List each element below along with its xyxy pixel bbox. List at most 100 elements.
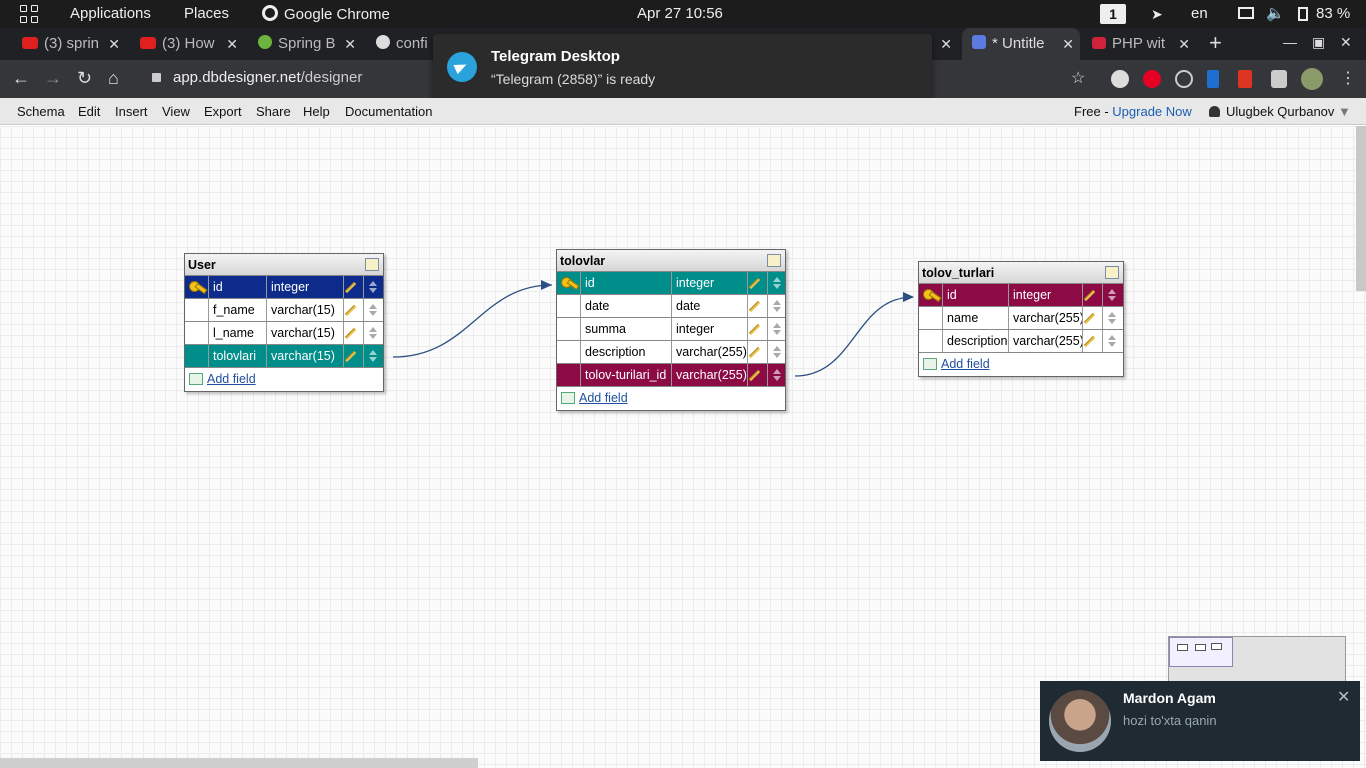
menu-view[interactable]: View (162, 104, 190, 119)
browser-tab[interactable]: confi (368, 28, 432, 60)
field-row[interactable]: tolov-turilari_id varchar(255) (557, 364, 785, 387)
add-field-link[interactable]: Add field (941, 357, 990, 371)
home-icon[interactable]: ⌂ (108, 68, 119, 89)
field-row[interactable]: f_name varchar(15) (185, 299, 383, 322)
table-title[interactable]: User (185, 254, 383, 276)
telegram-tray-icon[interactable]: ➤ (1151, 6, 1163, 23)
reorder-arrows-icon[interactable] (768, 318, 785, 340)
table-title[interactable]: tolov_turlari (919, 262, 1123, 284)
reorder-arrows-icon[interactable] (1103, 284, 1120, 306)
field-row[interactable]: id integer (557, 272, 785, 295)
browser-tab-partial[interactable]: ✕ (932, 28, 958, 60)
chrome-menu-icon[interactable]: ⋮ (1340, 68, 1356, 88)
pen-extension-icon[interactable] (1207, 70, 1219, 88)
react-icon[interactable] (1175, 70, 1193, 88)
reorder-arrows-icon[interactable] (768, 295, 785, 317)
reload-icon[interactable]: ↻ (77, 68, 92, 89)
field-row[interactable]: id integer (919, 284, 1123, 307)
browser-tab[interactable]: (3) How ✕ (132, 28, 244, 60)
field-row[interactable]: description varchar(255) (919, 330, 1123, 353)
edit-table-icon[interactable] (365, 258, 379, 271)
keyboard-language[interactable]: en (1191, 5, 1208, 22)
new-tab-button[interactable]: + (1209, 30, 1222, 56)
table-tolovlar[interactable]: tolovlar id integer date date summa inte… (556, 249, 786, 411)
menu-edit[interactable]: Edit (78, 104, 100, 119)
browser-tab[interactable]: PHP wit ✕ (1084, 28, 1196, 60)
field-row[interactable]: l_name varchar(15) (185, 322, 383, 345)
minimap-viewport[interactable] (1169, 637, 1233, 667)
reorder-arrows-icon[interactable] (364, 276, 381, 298)
field-row[interactable]: summa integer (557, 318, 785, 341)
edit-table-icon[interactable] (767, 254, 781, 267)
close-tab-icon[interactable]: ✕ (108, 28, 120, 60)
browser-tab[interactable]: (3) sprin ✕ (14, 28, 126, 60)
edit-field-icon[interactable] (1083, 330, 1103, 352)
horizontal-scrollbar[interactable] (0, 758, 478, 768)
extension-icon[interactable] (1111, 70, 1129, 88)
menu-help[interactable]: Help (303, 104, 330, 119)
upgrade-link[interactable]: Upgrade Now (1112, 104, 1192, 119)
back-icon[interactable]: ← (12, 68, 30, 89)
display-icon[interactable] (1238, 7, 1254, 19)
user-menu[interactable]: Ulugbek Qurbanov ▼ (1209, 104, 1351, 119)
edit-field-icon[interactable] (344, 322, 364, 344)
reorder-arrows-icon[interactable] (1103, 330, 1120, 352)
close-window-icon[interactable]: ✕ (1340, 34, 1352, 51)
edit-table-icon[interactable] (1105, 266, 1119, 279)
edit-field-icon[interactable] (748, 295, 768, 317)
pinterest-icon[interactable] (1143, 70, 1161, 88)
menu-insert[interactable]: Insert (115, 104, 148, 119)
edit-field-icon[interactable] (748, 341, 768, 363)
edit-field-icon[interactable] (748, 272, 768, 294)
bookmark-star-icon[interactable]: ☆ (1071, 68, 1085, 88)
field-row[interactable]: name varchar(255) (919, 307, 1123, 330)
field-row[interactable]: description varchar(255) (557, 341, 785, 364)
minimize-icon[interactable]: — (1283, 34, 1297, 50)
field-row[interactable]: tolovlari varchar(15) (185, 345, 383, 368)
address-bar[interactable]: app.dbdesigner.net/designer (152, 69, 362, 86)
designer-canvas[interactable] (0, 126, 1366, 768)
menu-documentation[interactable]: Documentation (345, 104, 432, 119)
places-menu[interactable]: Places (184, 5, 229, 22)
volume-icon[interactable]: 🔈 (1266, 4, 1285, 22)
edit-field-icon[interactable] (344, 276, 364, 298)
add-field-link[interactable]: Add field (207, 372, 256, 386)
table-user[interactable]: User id integer f_name varchar(15) l_nam… (184, 253, 384, 392)
reorder-arrows-icon[interactable] (364, 345, 381, 367)
vertical-scrollbar[interactable] (1356, 126, 1366, 291)
workspace-indicator[interactable]: 1 (1100, 4, 1126, 24)
browser-tab[interactable]: Spring B ✕ (250, 28, 362, 60)
reorder-arrows-icon[interactable] (364, 299, 381, 321)
active-app-indicator[interactable]: Google Chrome (262, 5, 390, 23)
menu-export[interactable]: Export (204, 104, 242, 119)
field-row[interactable]: date date (557, 295, 785, 318)
red-extension-icon[interactable] (1238, 70, 1252, 88)
edit-field-icon[interactable] (344, 345, 364, 367)
add-field-link[interactable]: Add field (579, 391, 628, 405)
chat-popup[interactable]: Mardon Agam hozi to'xta qanin ✕ (1040, 681, 1360, 761)
close-tab-icon[interactable]: ✕ (1178, 28, 1190, 60)
reorder-arrows-icon[interactable] (1103, 307, 1120, 329)
edit-field-icon[interactable] (748, 364, 768, 386)
edit-field-icon[interactable] (1083, 284, 1103, 306)
app-grid-icon[interactable] (20, 5, 38, 23)
edit-field-icon[interactable] (344, 299, 364, 321)
profile-avatar[interactable] (1301, 68, 1323, 90)
table-tolov-turlari[interactable]: tolov_turlari id integer name varchar(25… (918, 261, 1124, 377)
close-tab-icon[interactable]: ✕ (940, 28, 952, 60)
add-field[interactable]: Add field (919, 353, 1123, 376)
reorder-arrows-icon[interactable] (768, 272, 785, 294)
table-title[interactable]: tolovlar (557, 250, 785, 272)
close-tab-icon[interactable]: ✕ (1062, 28, 1074, 60)
reorder-arrows-icon[interactable] (364, 322, 381, 344)
telegram-notification[interactable]: Telegram Desktop “Telegram (2858)” is re… (433, 34, 932, 102)
reorder-arrows-icon[interactable] (768, 341, 785, 363)
browser-tab-active[interactable]: * Untitle ✕ (962, 28, 1080, 60)
field-row[interactable]: id integer (185, 276, 383, 299)
applications-menu[interactable]: Applications (70, 5, 151, 22)
edit-field-icon[interactable] (1083, 307, 1103, 329)
close-tab-icon[interactable]: ✕ (226, 28, 238, 60)
edit-field-icon[interactable] (748, 318, 768, 340)
reorder-arrows-icon[interactable] (768, 364, 785, 386)
close-icon[interactable]: ✕ (1337, 687, 1350, 707)
